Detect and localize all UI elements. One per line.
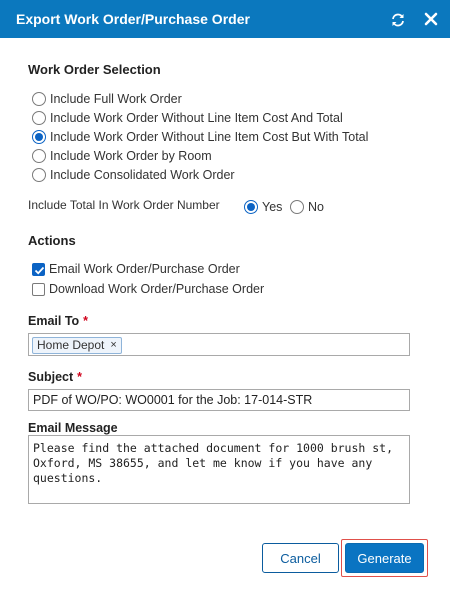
- option-label: Include Consolidated Work Order: [50, 168, 235, 182]
- refresh-icon[interactable]: [390, 12, 406, 28]
- option-without-cost-and-total[interactable]: Include Work Order Without Line Item Cos…: [32, 109, 343, 127]
- recipient-tag: Home Depot ×: [32, 337, 122, 354]
- email-message-label: Email Message: [28, 421, 118, 435]
- email-to-input[interactable]: Home Depot ×: [28, 333, 410, 356]
- option-without-cost-with-total[interactable]: Include Work Order Without Line Item Cos…: [32, 128, 368, 146]
- radio-button[interactable]: [32, 168, 46, 182]
- radio-button[interactable]: [290, 200, 304, 214]
- email-to-label: Email To *: [28, 314, 88, 328]
- subject-value: PDF of WO/PO: WO0001 for the Job: 17-014…: [33, 393, 313, 407]
- option-label: Include Work Order by Room: [50, 149, 212, 163]
- no-label: No: [308, 200, 324, 214]
- download-work-order-option[interactable]: Download Work Order/Purchase Order: [32, 280, 264, 298]
- email-message-value: Please find the attached document for 10…: [33, 441, 394, 485]
- option-label: Include Work Order Without Line Item Cos…: [50, 130, 369, 144]
- email-checkbox[interactable]: [32, 262, 45, 276]
- work-order-selection-heading: Work Order Selection: [28, 62, 161, 77]
- subject-input[interactable]: PDF of WO/PO: WO0001 for the Job: 17-014…: [28, 389, 410, 411]
- radio-button[interactable]: [32, 111, 46, 125]
- cancel-button[interactable]: Cancel: [262, 543, 339, 573]
- required-marker: *: [83, 314, 89, 328]
- download-checkbox[interactable]: [32, 282, 45, 296]
- include-total-yes[interactable]: Yes: [244, 198, 282, 216]
- option-label: Include Work Order Without Line Item Cos…: [50, 111, 343, 125]
- subject-label-text: Subject: [28, 370, 74, 384]
- radio-button[interactable]: [32, 149, 46, 163]
- option-full-work-order[interactable]: Include Full Work Order: [32, 90, 182, 108]
- dialog-header: Export Work Order/Purchase Order: [0, 0, 450, 38]
- radio-button[interactable]: [32, 92, 46, 106]
- download-option-label: Download Work Order/Purchase Order: [49, 282, 265, 296]
- radio-button-selected[interactable]: [244, 200, 258, 214]
- actions-heading: Actions: [28, 233, 76, 248]
- close-icon[interactable]: [423, 11, 439, 27]
- include-total-no[interactable]: No: [290, 198, 324, 216]
- email-work-order-option[interactable]: Email Work Order/Purchase Order: [32, 260, 240, 278]
- email-message-textarea[interactable]: Please find the attached document for 10…: [28, 435, 410, 504]
- generate-button[interactable]: Generate: [345, 543, 424, 573]
- subject-label: Subject *: [28, 370, 82, 384]
- required-marker: *: [77, 370, 83, 384]
- email-to-label-text: Email To: [28, 314, 80, 328]
- dialog-title: Export Work Order/Purchase Order: [16, 11, 250, 27]
- radio-button-selected[interactable]: [32, 130, 46, 144]
- yes-label: Yes: [262, 200, 283, 214]
- remove-tag-icon[interactable]: ×: [110, 338, 116, 353]
- email-option-label: Email Work Order/Purchase Order: [49, 262, 240, 276]
- option-consolidated[interactable]: Include Consolidated Work Order: [32, 166, 235, 184]
- option-by-room[interactable]: Include Work Order by Room: [32, 147, 212, 165]
- include-total-label: Include Total In Work Order Number: [28, 198, 220, 212]
- option-label: Include Full Work Order: [50, 92, 182, 106]
- recipient-tag-label: Home Depot: [37, 338, 105, 352]
